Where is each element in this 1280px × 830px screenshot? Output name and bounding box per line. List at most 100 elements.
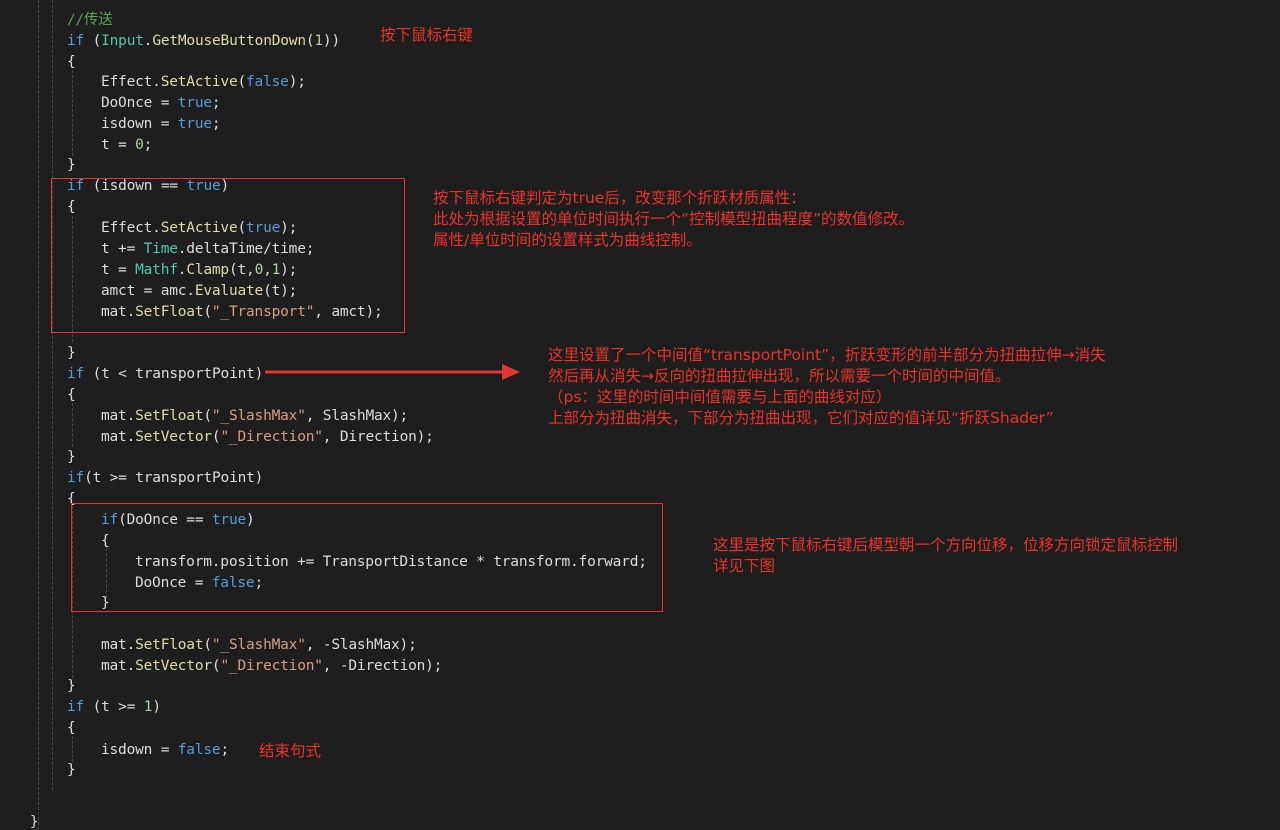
annotation-line: 属性/单位时间的设置样式为曲线控制。	[433, 231, 702, 249]
code-token: (	[237, 74, 247, 90]
code-token: 1	[314, 33, 323, 49]
annotation-line: 这里是按下鼠标右键后模型朝一个方向位移，位移方向锁定鼠标控制	[713, 536, 1179, 554]
code-token: , SlashMax);	[305, 408, 409, 424]
code-token: mat.	[101, 429, 136, 445]
code-token: Input	[101, 33, 144, 49]
code-token: mat.	[101, 637, 136, 653]
code-token: t =	[101, 137, 136, 153]
code-token: "_SlashMax"	[211, 408, 306, 424]
code-token: false	[246, 74, 289, 90]
code-line[interactable]: }	[67, 155, 76, 175]
code-token: ;	[220, 742, 229, 758]
code-token: SetVector	[135, 429, 212, 445]
code-token: , Direction);	[322, 429, 434, 445]
code-token: }	[67, 345, 76, 361]
code-line[interactable]: if (t < transportPoint)	[67, 364, 263, 384]
annotation-line: 按下鼠标右键判定为true后，改变那个折跃材质属性：	[433, 189, 806, 207]
code-token: );	[288, 74, 306, 90]
code-line[interactable]: t = 0;	[101, 135, 152, 155]
annotation-displacement: 这里是按下鼠标右键后模型朝一个方向位移，位移方向锁定鼠标控制 详见下图	[713, 535, 1178, 577]
indent-guide	[72, 403, 73, 447]
code-token: true	[177, 95, 212, 111]
code-token: "_SlashMax"	[211, 637, 306, 653]
code-token: Effect.	[101, 74, 161, 90]
code-token: SetVector	[135, 658, 212, 674]
code-token: mat.	[101, 658, 136, 674]
code-line[interactable]: mat.SetFloat("_SlashMax", SlashMax);	[101, 406, 408, 426]
code-token: if	[67, 366, 85, 382]
annotation-right-click: 按下鼠标右键	[380, 26, 474, 44]
code-token: , -SlashMax);	[305, 637, 417, 653]
code-line[interactable]: }	[67, 676, 76, 696]
code-token: (t >=	[84, 699, 144, 715]
code-line[interactable]: DoOnce = true;	[101, 93, 221, 113]
code-token: (	[84, 33, 102, 49]
code-token: ;	[143, 137, 153, 153]
annotation-line: 上部分为扭曲消失，下部分为扭曲出现，它们对应的值详见“折跃Shader”	[548, 409, 1054, 427]
code-token: ;	[211, 116, 221, 132]
code-token: if	[67, 33, 85, 49]
annotation-line: 这里设置了一个中间值“transportPoint”，折跃变形的前半部分为扭曲拉…	[548, 346, 1106, 364]
code-token: if	[67, 470, 85, 486]
code-line[interactable]: }	[67, 760, 76, 780]
code-token: false	[177, 742, 221, 758]
code-token: GetMouseButtonDown	[152, 33, 306, 49]
code-token: isdown =	[101, 116, 178, 132]
indent-guide	[52, 0, 53, 790]
code-line[interactable]: isdown = false;	[101, 740, 229, 760]
code-token: if	[67, 699, 85, 715]
arrow-icon	[265, 364, 520, 380]
code-token: }	[67, 157, 76, 173]
code-token: {	[67, 720, 76, 736]
code-token: SetFloat	[135, 637, 204, 653]
indent-guide	[38, 0, 39, 830]
code-line[interactable]: }	[67, 343, 76, 363]
code-line[interactable]: if (t >= 1)	[67, 697, 161, 717]
code-token: (t < transportPoint)	[84, 366, 264, 382]
code-token: )	[152, 699, 161, 715]
code-line[interactable]: isdown = true;	[101, 114, 221, 134]
closing-brace: }	[30, 814, 39, 830]
code-token: SetActive	[160, 74, 238, 90]
code-token: }	[67, 678, 76, 694]
code-line[interactable]: mat.SetVector("_Direction", Direction);	[101, 427, 434, 447]
code-line[interactable]: }	[67, 447, 76, 467]
code-token: 0	[135, 137, 144, 153]
highlight-box-doonce	[71, 503, 663, 612]
annotation-isdown-block: 按下鼠标右键判定为true后，改变那个折跃材质属性： 此处为根据设置的单位时间执…	[433, 188, 914, 251]
code-token: (	[203, 637, 212, 653]
code-token: ))	[322, 33, 340, 49]
code-token: mat.	[101, 408, 136, 424]
code-line[interactable]: {	[67, 385, 76, 405]
code-line[interactable]: {	[67, 718, 76, 738]
code-token: {	[67, 387, 76, 403]
annotation-end-statement: 结束句式	[259, 742, 322, 760]
code-line[interactable]: mat.SetVector("_Direction", -Direction);	[101, 656, 442, 676]
annotation-line: 然后再从消失→反向的扭曲拉伸出现，所以需要一个时间的中间值。	[548, 367, 1011, 385]
code-token: "_Direction"	[220, 429, 323, 445]
code-line[interactable]: //传送	[67, 10, 113, 30]
annotation-line: （ps：这里的时间中间值需要与上面的曲线对应）	[548, 388, 892, 406]
annotation-line: 此处为根据设置的单位时间执行一个“控制模型扭曲程度”的数值修改。	[433, 210, 915, 228]
code-token: DoOnce =	[101, 95, 178, 111]
code-token: (t >= transportPoint)	[84, 470, 264, 486]
highlight-box-isdown	[51, 178, 405, 333]
code-token: (	[203, 408, 212, 424]
code-token: , -Direction);	[322, 658, 443, 674]
code-line[interactable]: Effect.SetActive(false);	[101, 72, 306, 92]
code-token: {	[67, 54, 76, 70]
code-line[interactable]: if (Input.GetMouseButtonDown(1))	[67, 31, 340, 51]
annotation-line: 详见下图	[713, 557, 776, 575]
code-token: }	[67, 762, 76, 778]
code-line[interactable]: {	[67, 52, 76, 72]
code-line[interactable]: mat.SetFloat("_SlashMax", -SlashMax);	[101, 635, 417, 655]
annotation-transport-point: 这里设置了一个中间值“transportPoint”，折跃变形的前半部分为扭曲拉…	[548, 345, 1106, 429]
indent-guide	[72, 70, 73, 156]
code-token: }	[67, 449, 76, 465]
code-token: "_Direction"	[220, 658, 323, 674]
code-token: SetFloat	[135, 408, 204, 424]
code-token: ;	[211, 95, 221, 111]
code-line[interactable]: if(t >= transportPoint)	[67, 468, 263, 488]
code-token: isdown =	[101, 742, 178, 758]
indent-guide	[72, 736, 73, 762]
